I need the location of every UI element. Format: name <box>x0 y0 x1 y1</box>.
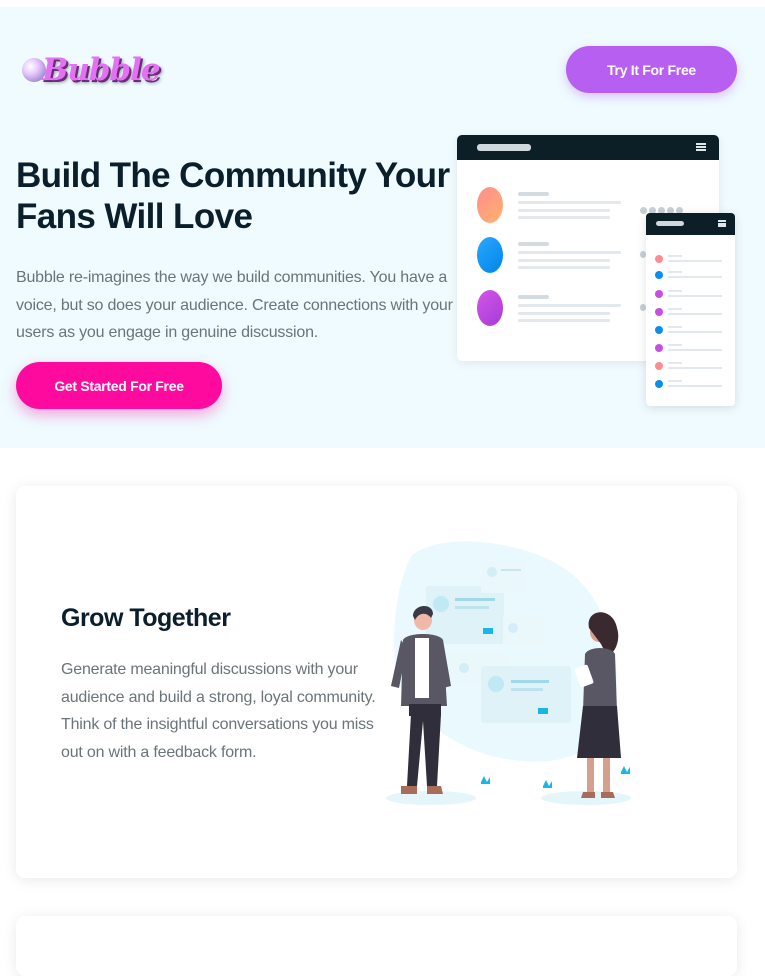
mockup-line <box>518 312 610 315</box>
mockup-line <box>518 259 610 262</box>
user-avatar-icon <box>655 271 663 279</box>
feature-title: Grow Together <box>61 604 231 632</box>
logo[interactable]: Bubble <box>22 50 161 92</box>
user-avatar-icon <box>655 255 663 263</box>
mockup-line <box>518 319 610 322</box>
mockup-line <box>518 295 549 299</box>
mockup-line <box>668 260 722 262</box>
hero-title: Build The Community Your Fans Will Love <box>16 156 450 236</box>
people-chatting-illustration <box>386 541 631 805</box>
user-avatar-icon <box>477 290 503 326</box>
mockup-line <box>518 192 549 196</box>
mockup-title-bar <box>656 221 684 226</box>
user-avatar-icon <box>477 237 503 273</box>
mockup-line <box>668 344 682 346</box>
user-avatar-icon <box>655 380 663 388</box>
mockup-header <box>457 135 719 160</box>
mockup-line <box>518 266 610 269</box>
user-avatar-icon <box>655 326 663 334</box>
user-avatar-icon <box>655 290 663 298</box>
mockup-line <box>668 380 682 382</box>
feature-description: Generate meaningful discussions with you… <box>61 661 376 761</box>
mockup-line <box>668 290 682 292</box>
feature-card-2 <box>16 916 737 976</box>
mockup-line <box>518 304 621 307</box>
mockup-line <box>668 295 722 297</box>
menu-icon <box>718 220 726 227</box>
user-avatar-icon <box>655 344 663 352</box>
mockup-line <box>518 201 621 204</box>
feature-card: Grow Together Generate meaningful discus… <box>16 486 737 878</box>
logo-text: Bubble <box>42 52 161 88</box>
mockup-line <box>518 242 549 246</box>
mockup-line <box>518 251 621 254</box>
mockup-line <box>668 255 682 257</box>
app-mockup-side <box>646 213 735 406</box>
mockup-title-bar <box>477 144 531 151</box>
mockup-line <box>668 367 722 369</box>
mockup-line <box>518 209 610 212</box>
menu-icon <box>696 143 706 151</box>
hero-description: Bubble re-imagines the way we build comm… <box>16 269 453 341</box>
mockup-line <box>668 331 722 333</box>
mockup-line <box>668 362 682 364</box>
try-it-free-button[interactable]: Try It For Free <box>566 46 737 93</box>
mockup-line <box>668 313 722 315</box>
mockup-line <box>668 276 722 278</box>
user-avatar-icon <box>655 308 663 316</box>
user-avatar-icon <box>655 362 663 370</box>
mockup-line <box>668 308 682 310</box>
mockup-line <box>518 216 610 219</box>
mockup-header <box>646 213 735 235</box>
get-started-button[interactable]: Get Started For Free <box>16 362 222 409</box>
user-avatar-icon <box>477 187 503 223</box>
mockup-line <box>668 326 682 328</box>
mockup-line <box>668 349 722 351</box>
mockup-line <box>668 385 722 387</box>
mockup-line <box>668 271 682 273</box>
